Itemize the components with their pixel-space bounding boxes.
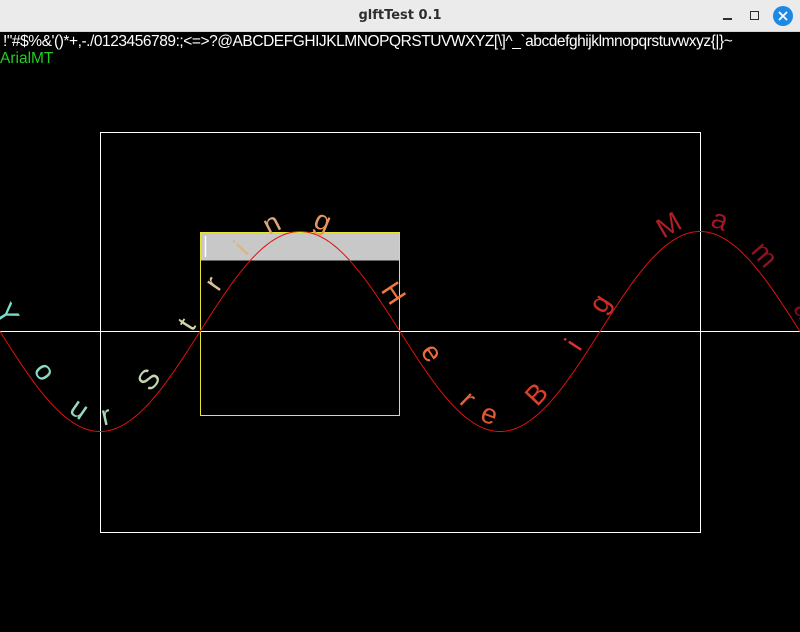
curve-letter: r [454,385,482,414]
app-window: glftTest 0.1 !"#$%&'()*+,-./0123456789:;… [0,0,800,632]
minimize-icon [723,18,732,20]
curve-letter: S [131,363,167,397]
window-title: glftTest 0.1 [358,8,442,23]
title-bar[interactable]: glftTest 0.1 [0,0,800,32]
curve-letter: H [375,276,412,310]
curve-letter: t [171,312,201,335]
curve-letter: a [707,202,733,237]
maximize-icon [750,11,759,20]
curve-letter: r [198,271,229,296]
curve-letter: B [519,377,554,412]
curve-letter: e [477,397,503,432]
scene: You rStrin gHereBigM ama [0,132,800,533]
curve-letter: Y [0,298,25,331]
curve-letter: m [746,235,785,273]
close-button[interactable] [773,6,793,26]
gl-canvas[interactable]: !"#$%&'()*+,-./0123456789:;<=>?@ABCDEFGH… [0,32,800,632]
curve-letter: u [64,391,94,425]
close-icon [778,11,788,21]
curve-letter: o [28,356,62,387]
curve-letter: a [787,295,800,325]
minimize-button[interactable] [718,6,738,26]
curve-letter: M [651,206,687,244]
maximize-button[interactable] [745,6,765,26]
curve-letter: i [559,333,588,355]
